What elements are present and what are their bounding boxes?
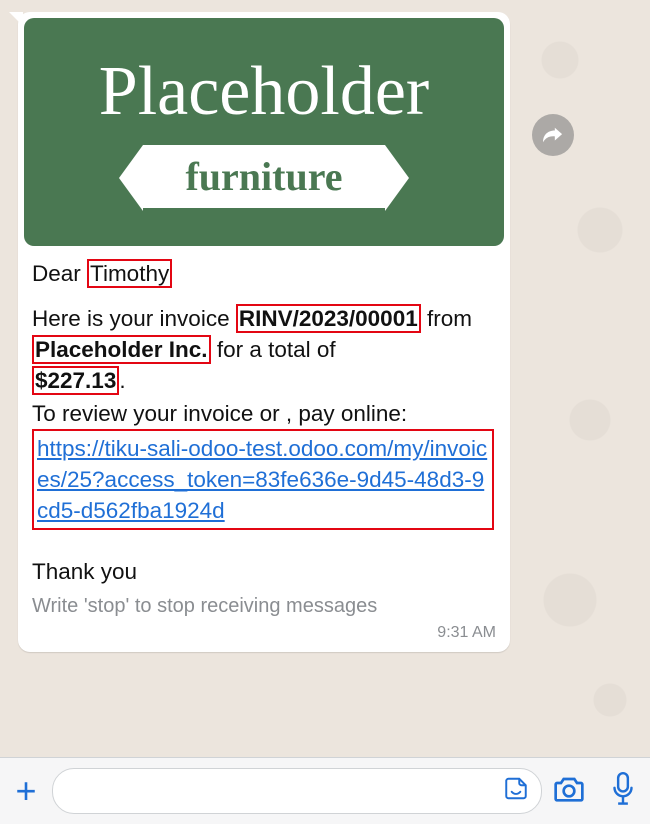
highlight-recipient: Timothy bbox=[87, 259, 172, 288]
thanks-line: Thank you bbox=[32, 556, 496, 587]
logo-word-ribbon: furniture bbox=[185, 154, 342, 199]
incoming-message-bubble: Placeholder furniture Dear Timothy Here … bbox=[18, 12, 510, 652]
composer-bar: + bbox=[0, 757, 650, 824]
mic-button[interactable] bbox=[596, 772, 650, 811]
mic-icon bbox=[610, 772, 636, 806]
review-line: To review your invoice or , pay online: … bbox=[32, 398, 496, 530]
camera-button[interactable] bbox=[542, 775, 596, 808]
message-timestamp: 9:31 AM bbox=[18, 618, 510, 642]
sticker-button[interactable] bbox=[503, 776, 529, 807]
forward-icon bbox=[542, 125, 564, 145]
attachment-image[interactable]: Placeholder furniture bbox=[24, 18, 504, 246]
attach-button[interactable]: + bbox=[0, 770, 52, 812]
logo-ribbon: furniture bbox=[143, 145, 384, 208]
greeting-line: Dear Timothy bbox=[32, 258, 496, 289]
plus-icon: + bbox=[15, 770, 36, 811]
greeting-prefix: Dear bbox=[32, 261, 87, 286]
highlight-company: Placeholder Inc. bbox=[32, 335, 211, 364]
sticker-icon bbox=[503, 776, 529, 802]
invoice-link[interactable]: https://tiku-sali-odoo-test.odoo.com/my/… bbox=[37, 436, 487, 523]
highlight-amount: $227.13 bbox=[32, 366, 119, 395]
invoice-line: Here is your invoice RINV/2023/00001 fro… bbox=[32, 303, 496, 396]
logo-word-top: Placeholder bbox=[99, 57, 429, 127]
message-input[interactable] bbox=[52, 768, 542, 814]
message-body: Dear Timothy Here is your invoice RINV/2… bbox=[18, 252, 510, 587]
camera-icon bbox=[553, 775, 585, 803]
opt-out-note: Write 'stop' to stop receiving messages bbox=[18, 595, 510, 618]
forward-button[interactable] bbox=[532, 114, 574, 156]
highlight-url: https://tiku-sali-odoo-test.odoo.com/my/… bbox=[32, 429, 494, 530]
highlight-invoice-number: RINV/2023/00001 bbox=[236, 304, 421, 333]
